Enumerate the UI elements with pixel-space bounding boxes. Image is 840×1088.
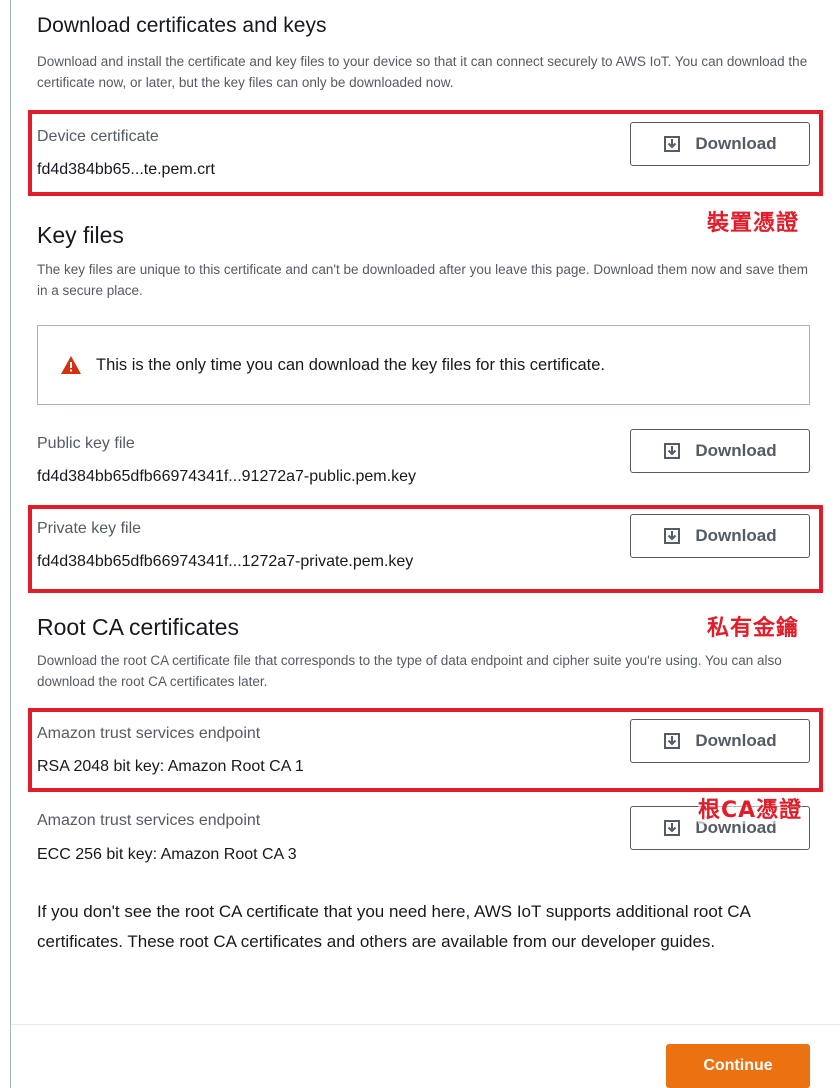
panel-left-border <box>10 0 11 1088</box>
ecc-key-value: ECC 256 bit key: Amazon Root CA 3 <box>37 846 297 863</box>
warning-text: This is the only time you can download t… <box>96 355 605 374</box>
public-key-filename: fd4d384bb65dfb66974341f...91272a7-public… <box>37 468 416 485</box>
key-files-warning-alert: This is the only time you can download t… <box>37 325 810 405</box>
root-ca-annotation: 根CA憑證 <box>698 792 803 824</box>
warning-icon <box>61 356 81 374</box>
footer-divider <box>11 1024 840 1025</box>
download-button-label: Download <box>695 441 777 460</box>
continue-button[interactable]: Continue <box>666 1044 810 1088</box>
ecc-endpoint-label: Amazon trust services endpoint <box>37 812 261 829</box>
download-icon <box>664 443 681 459</box>
device-certificate-highlight <box>28 110 823 196</box>
device-certificate-annotation: 裝置憑證 <box>707 211 800 236</box>
private-key-annotation: 私有金鑰 <box>707 616 800 641</box>
key-files-title: Key files <box>37 222 124 248</box>
private-key-highlight <box>28 505 823 593</box>
key-files-description: The key files are unique to this certifi… <box>37 262 809 298</box>
section-description: Download and install the certificate and… <box>37 54 808 90</box>
root-ca-description: Download the root CA certificate file th… <box>37 653 782 689</box>
section-title: Download certificates and keys <box>37 14 327 37</box>
root-ca-footer-note: If you don't see the root CA certificate… <box>37 902 750 951</box>
rsa-root-ca-highlight <box>28 708 823 792</box>
download-icon <box>664 820 681 836</box>
root-ca-title: Root CA certificates <box>37 614 239 640</box>
download-public-key-button[interactable]: Download <box>630 429 810 473</box>
public-key-label: Public key file <box>37 435 135 452</box>
